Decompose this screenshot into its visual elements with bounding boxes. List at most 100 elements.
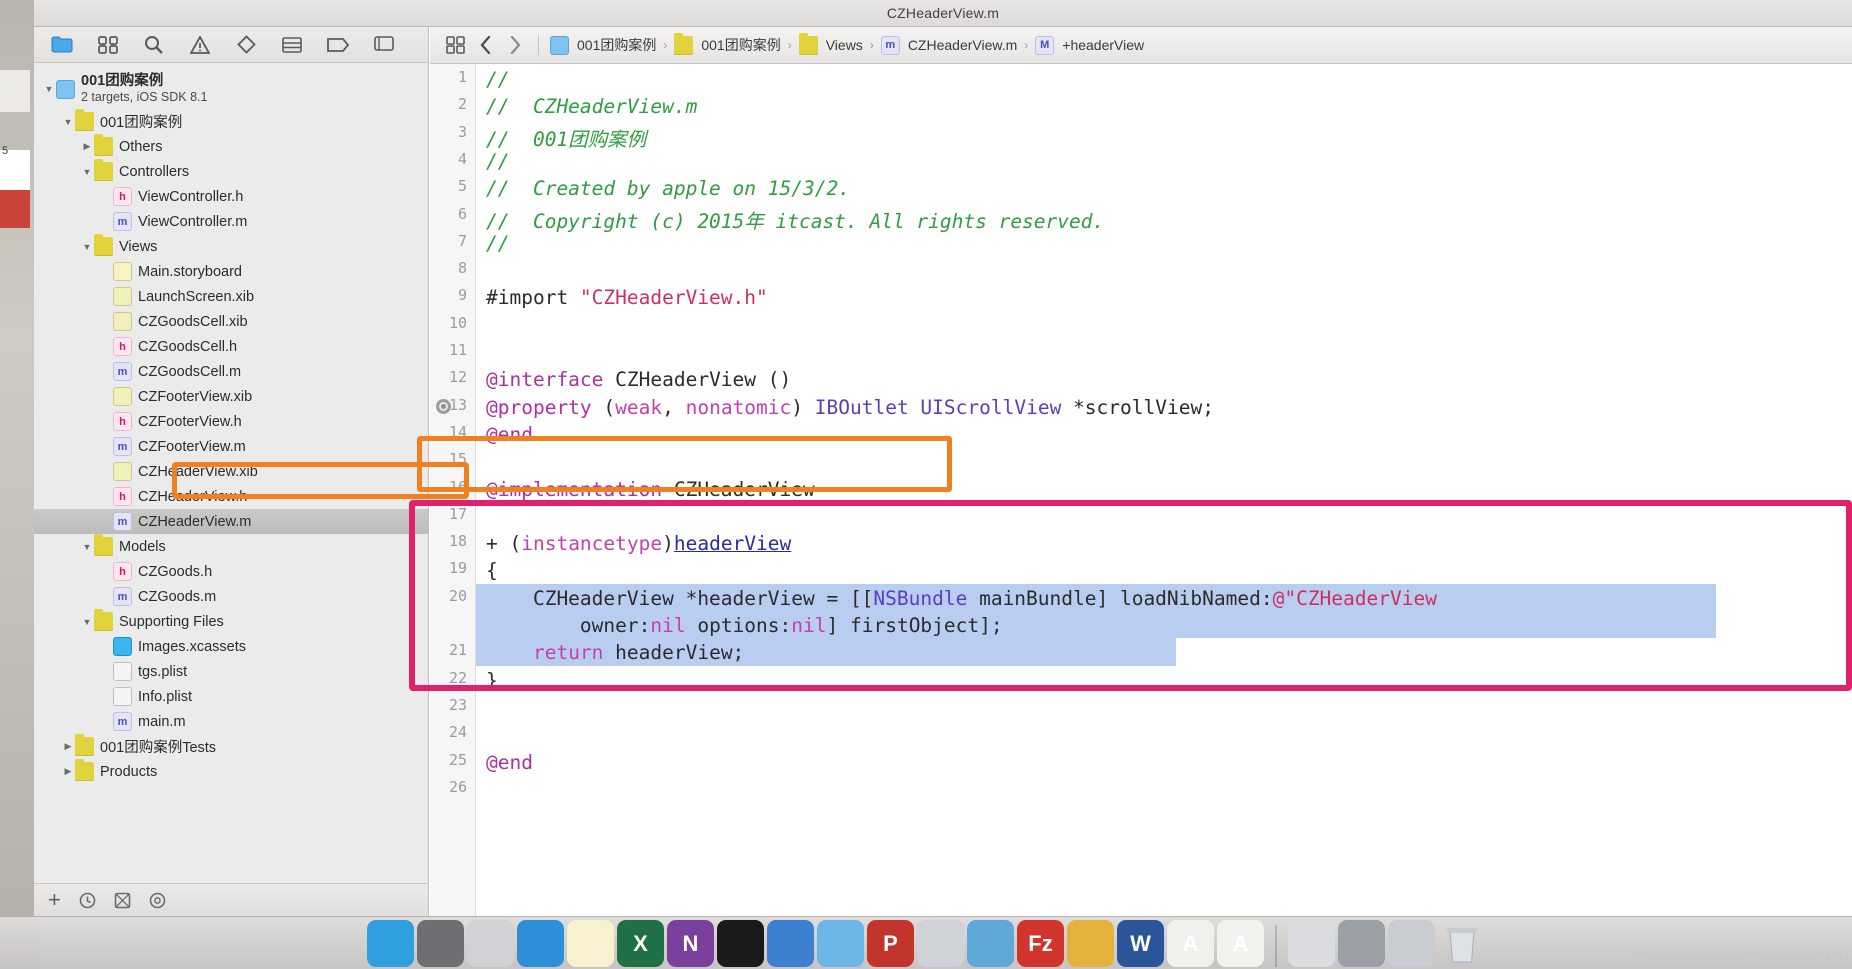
file-tree-row[interactable]: ▶mCZGoodsCell.m	[34, 359, 428, 384]
filter-search-icon[interactable]	[149, 892, 166, 909]
terminal-icon[interactable]	[717, 920, 764, 967]
project-navigator-icon[interactable]	[50, 34, 74, 56]
breadcrumb-item[interactable]: Views	[796, 32, 866, 55]
file-tree-row[interactable]: ▶mCZHeaderView.m	[34, 509, 428, 534]
breadcrumb-item[interactable]: 001团购案例	[671, 32, 783, 55]
file-tree-row[interactable]: ▶hViewController.h	[34, 184, 428, 209]
code-line[interactable]: // Created by apple on 15/3/2.	[486, 177, 850, 200]
breadcrumb-item[interactable]: 001团购案例	[547, 35, 659, 55]
breadcrumb[interactable]: 001团购案例 › 001团购案例 › Views › m CZHeaderView.m › M +…	[547, 32, 1147, 55]
code-line[interactable]: + (instancetype)headerView	[486, 532, 791, 555]
issue-navigator-icon[interactable]	[188, 34, 212, 56]
file-tree-row[interactable]: ▼ 001团购案例 2 targets, iOS SDK 8.1	[34, 69, 428, 109]
disclosure-closed-icon[interactable]: ▶	[80, 141, 94, 152]
notes-icon[interactable]	[567, 920, 614, 967]
file-tree-row[interactable]: ▶CZFooterView.xib	[34, 384, 428, 409]
fontbook-icon[interactable]: A	[1167, 920, 1214, 967]
file-tree-row[interactable]: ▼ Views	[34, 234, 428, 259]
launchpad-icon[interactable]	[467, 920, 514, 967]
related-items-icon[interactable]	[440, 32, 470, 58]
display-icon[interactable]	[1388, 920, 1435, 967]
code-line[interactable]: // 001团购案例	[486, 123, 646, 152]
code-line[interactable]: @interface CZHeaderView ()	[486, 368, 791, 391]
recent-filter-icon[interactable]	[79, 892, 96, 909]
code-line[interactable]: @property (weak, nonatomic) IBOutlet UIS…	[486, 396, 1214, 419]
file-tree-row[interactable]: ▼ Models	[34, 534, 428, 559]
find-navigator-icon[interactable]	[142, 34, 166, 56]
breadcrumb-item[interactable]: m CZHeaderView.m	[878, 35, 1020, 55]
safari-icon[interactable]	[517, 920, 564, 967]
downloads-stack-icon[interactable]	[1288, 920, 1335, 967]
file-tree-row[interactable]: ▶tgs.plist	[34, 659, 428, 684]
disclosure-closed-icon[interactable]: ▶	[61, 766, 75, 777]
filezilla-icon[interactable]: Fz	[1017, 920, 1064, 967]
test-navigator-icon[interactable]	[234, 34, 258, 56]
disclosure-closed-icon[interactable]: ▶	[61, 741, 75, 752]
navigate-forward-button[interactable]	[500, 32, 530, 58]
file-tree-row[interactable]: ▶CZHeaderView.xib	[34, 459, 428, 484]
navigator-footer[interactable]: +	[34, 883, 428, 916]
file-tree-row[interactable]: ▶mCZGoods.m	[34, 584, 428, 609]
file-tree-row[interactable]: ▶hCZFooterView.h	[34, 409, 428, 434]
file-tree-row[interactable]: ▶ 001团购案例Tests	[34, 734, 428, 759]
code-line[interactable]: //	[486, 150, 509, 173]
file-tree-row[interactable]: ▶mmain.m	[34, 709, 428, 734]
file-tree-row[interactable]: ▶hCZHeaderView.h	[34, 484, 428, 509]
file-tree-row[interactable]: ▶Main.storyboard	[34, 259, 428, 284]
code-line[interactable]: CZHeaderView *headerView = [[NSBundle ma…	[486, 587, 1437, 610]
finder-icon[interactable]	[367, 920, 414, 967]
jump-bar[interactable]: 001团购案例 › 001团购案例 › Views › m CZHeaderView.m › M +…	[430, 27, 1852, 64]
file-tree-row[interactable]: ▼ Controllers	[34, 159, 428, 184]
breakpoint-indicator-icon[interactable]	[436, 398, 451, 414]
code-line[interactable]: @end	[486, 423, 533, 446]
file-tree-row[interactable]: ▶CZGoodsCell.xib	[34, 309, 428, 334]
folder-icon[interactable]	[817, 920, 864, 967]
preview-icon[interactable]: A	[1217, 920, 1264, 967]
file-tree-row[interactable]: ▼ Supporting Files	[34, 609, 428, 634]
file-tree-row[interactable]: ▶mViewController.m	[34, 209, 428, 234]
onenote-icon[interactable]: N	[667, 920, 714, 967]
snipping-icon[interactable]	[917, 920, 964, 967]
code-line[interactable]: }	[486, 669, 498, 692]
system-preferences-icon[interactable]	[417, 920, 464, 967]
keynote-icon[interactable]: P	[867, 920, 914, 967]
macos-dock[interactable]: X N P Fz W A A	[0, 916, 1852, 969]
utility-icon[interactable]	[1067, 920, 1114, 967]
file-tree-row[interactable]: ▶LaunchScreen.xib	[34, 284, 428, 309]
file-tree-row[interactable]: ▶ Products	[34, 759, 428, 784]
code-text-area[interactable]: //// CZHeaderView.m// 001团购案例//// Create…	[476, 64, 1852, 916]
breakpoint-navigator-icon[interactable]	[326, 34, 350, 56]
word-icon[interactable]: W	[1117, 920, 1164, 967]
source-control-filter-icon[interactable]	[114, 892, 131, 909]
file-tree-row[interactable]: ▶Info.plist	[34, 684, 428, 709]
disclosure-open-icon[interactable]: ▼	[80, 242, 94, 252]
report-navigator-icon[interactable]	[372, 34, 396, 56]
file-tree-row[interactable]: ▶ Others	[34, 134, 428, 159]
excel-icon[interactable]: X	[617, 920, 664, 967]
xcode-icon[interactable]	[767, 920, 814, 967]
screen-sharing-icon[interactable]	[1338, 920, 1385, 967]
add-file-icon[interactable]: +	[48, 889, 61, 911]
code-line[interactable]: // Copyright (c) 2015年 itcast. All right…	[486, 205, 1104, 234]
disclosure-open-icon[interactable]: ▼	[42, 84, 56, 94]
code-line[interactable]: //	[486, 232, 509, 255]
file-tree-row[interactable]: ▶hCZGoods.h	[34, 559, 428, 584]
code-line[interactable]: // CZHeaderView.m	[486, 95, 697, 118]
trash-icon[interactable]	[1438, 920, 1485, 967]
file-tree-row[interactable]: ▶mCZFooterView.m	[34, 434, 428, 459]
navigate-back-button[interactable]	[470, 32, 500, 58]
code-line[interactable]: return headerView;	[486, 641, 744, 664]
photos-icon[interactable]	[967, 920, 1014, 967]
code-line[interactable]: @implementation CZHeaderView	[486, 478, 815, 501]
code-line[interactable]: @end	[486, 751, 533, 774]
symbol-navigator-icon[interactable]	[96, 34, 120, 56]
disclosure-open-icon[interactable]: ▼	[61, 117, 75, 127]
disclosure-open-icon[interactable]: ▼	[80, 167, 94, 177]
file-tree-row[interactable]: ▶hCZGoodsCell.h	[34, 334, 428, 359]
code-line[interactable]: owner:nil options:nil] firstObject];	[486, 614, 1003, 637]
code-line[interactable]: //	[486, 68, 509, 91]
disclosure-open-icon[interactable]: ▼	[80, 617, 94, 627]
line-number-gutter[interactable]: 1 2 3 4 5 6 7 8 9 10 11 12 13 14 15 16 17 18 19 20 21 22 23 24 2…	[430, 64, 476, 916]
navigator-selector-bar[interactable]	[34, 27, 428, 63]
breadcrumb-item[interactable]: M +headerView	[1032, 35, 1147, 55]
